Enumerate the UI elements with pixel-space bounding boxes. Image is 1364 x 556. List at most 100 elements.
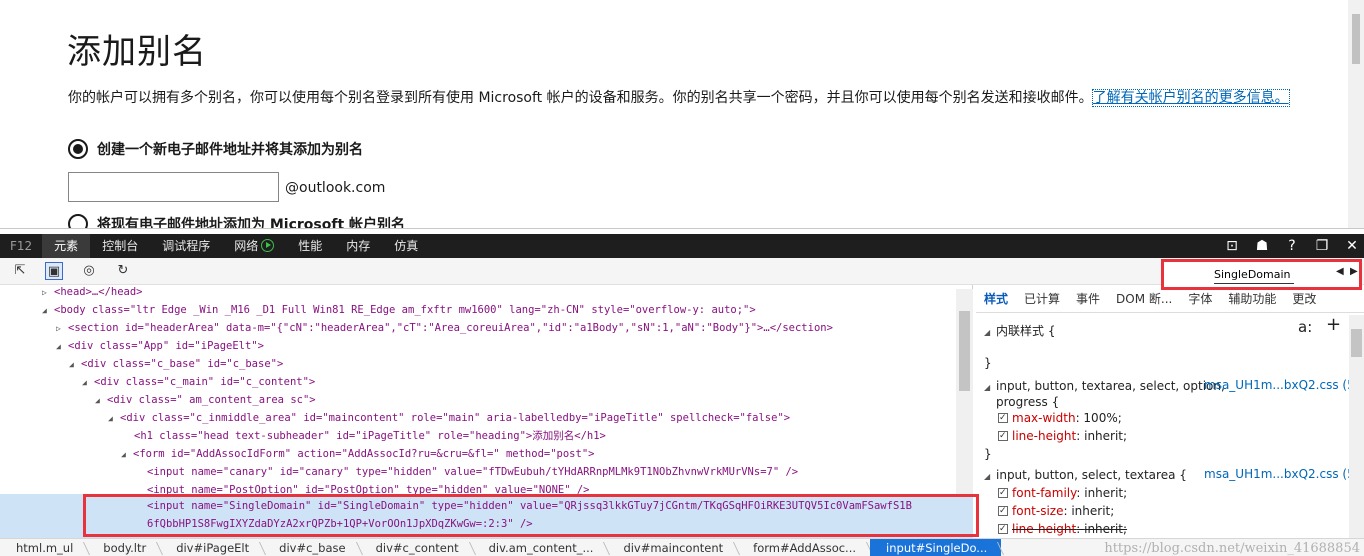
add-rule-button[interactable]: + [1326, 316, 1341, 334]
breadcrumb-item[interactable]: div#c_base [263, 539, 359, 556]
dom-node[interactable]: ◢ <form id="AddAssocIdForm" action="AddAs… [121, 445, 594, 463]
selected-dom-node[interactable]: <input name="SingleDomain" id="SingleDom… [147, 497, 912, 515]
dom-node[interactable]: ◢ <div class="c_inmiddle_area" id="mainco… [108, 409, 790, 427]
tab-memory[interactable]: 内存 [334, 234, 382, 258]
expand-icon[interactable]: ▷ [56, 320, 68, 338]
breadcrumb-item[interactable]: div.am_content_... [473, 539, 608, 556]
tab-emulation[interactable]: 仿真 [382, 234, 430, 258]
dom-node[interactable]: <input name="canary" id="canary" type="h… [147, 463, 798, 481]
collapse-icon[interactable]: ◢ [69, 356, 81, 374]
expand-icon[interactable]: ▷ [42, 285, 54, 302]
css-property[interactable]: max-width: 100%; [998, 410, 1122, 426]
rule-close: } [984, 447, 992, 461]
breadcrumb-item[interactable]: div#iPageElt [160, 539, 263, 556]
dom-node[interactable]: ▷ <head>…</head> [42, 285, 143, 301]
collapse-icon[interactable]: ◢ [984, 380, 996, 396]
styles-panel: 样式 已计算 事件 DOM 断... 字体 辅助功能 更改 ◢ 内联样式 { a:… [976, 285, 1364, 538]
close-icon[interactable]: ✕ [1344, 238, 1360, 254]
option-new-address[interactable]: 创建一个新电子邮件地址并将其添加为别名 [68, 139, 363, 159]
breadcrumb-item[interactable]: div#c_content [360, 539, 473, 556]
undock-icon[interactable]: ❐ [1314, 238, 1330, 254]
option-existing-address[interactable]: 将现有电子邮件地址添加为 Microsoft 帐户别名 [68, 214, 405, 228]
checkbox-icon[interactable] [998, 410, 1008, 426]
console-icon[interactable]: ⊡ [1224, 238, 1240, 254]
collapse-icon[interactable]: ◢ [984, 325, 996, 341]
learn-more-link[interactable]: 了解有关帐户别名的更多信息。 [1091, 89, 1290, 107]
web-page: 添加别名 你的帐户可以拥有多个别名，你可以使用每个别名登录到所有使用 Micro… [0, 0, 1364, 228]
pseudo-state-button[interactable]: a: [1298, 319, 1312, 335]
tab-performance[interactable]: 性能 [286, 234, 334, 258]
dom-node[interactable]: ▷ <section id="headerArea" data-m="{"cN":… [56, 319, 833, 337]
radio-unselected-icon[interactable] [68, 214, 88, 228]
css-property[interactable]: font-family: inherit; [998, 485, 1127, 501]
breadcrumb-item[interactable]: body.ltr [87, 539, 160, 556]
checkbox-icon[interactable] [998, 503, 1008, 519]
tab-changes[interactable]: 更改 [1284, 290, 1324, 307]
search-prev-icon[interactable]: ◀ [1336, 266, 1344, 277]
tab-events[interactable]: 事件 [1068, 290, 1108, 307]
breadcrumb-item-active[interactable]: input#SingleDo... [870, 539, 1002, 556]
dom-node[interactable]: <h1 class="head text-subheader" id="iPag… [134, 427, 606, 445]
dom-node[interactable]: ◢ <div class="c_base" id="c_base"> [69, 355, 283, 373]
dom-breadcrumb: html.m_ul body.ltr div#iPageElt div#c_ba… [0, 538, 1364, 556]
styles-tab-bar: 样式 已计算 事件 DOM 断... 字体 辅助功能 更改 [976, 285, 1364, 313]
radio-selected-icon[interactable] [68, 139, 88, 159]
styles-scroll-thumb[interactable] [1351, 329, 1362, 357]
dom-search-input[interactable] [1214, 265, 1294, 284]
css-property[interactable]: font-size: inherit; [998, 503, 1114, 519]
rule2-source-link[interactable]: msa_UH1m...bxQ2.css (55) [1204, 467, 1364, 481]
elements-toolbar: ⇱ ▣ ◎ ↻ [0, 258, 1364, 285]
tab-fonts[interactable]: 字体 [1180, 290, 1220, 307]
dom-node[interactable]: ◢ <div class=" am_content_area sc"> [95, 391, 316, 409]
collapse-icon[interactable]: ◢ [121, 446, 133, 464]
help-icon[interactable]: ? [1284, 238, 1300, 254]
tab-console[interactable]: 控制台 [90, 234, 150, 258]
page-scroll-thumb[interactable] [1352, 14, 1360, 64]
page-scrollbar[interactable] [1348, 0, 1364, 228]
select-element-icon[interactable]: ⇱ [11, 262, 29, 280]
tab-styles[interactable]: 样式 [976, 290, 1016, 307]
collapse-icon[interactable]: ◢ [82, 374, 94, 392]
checkbox-icon[interactable] [998, 428, 1008, 444]
tab-dom-breakpoints[interactable]: DOM 断... [1108, 290, 1180, 307]
tab-network[interactable]: 网络 [222, 234, 286, 258]
css-property-overridden[interactable]: line-height: inherit; [998, 521, 1127, 537]
search-next-icon[interactable]: ▶ [1350, 266, 1358, 277]
highlight-element-icon[interactable]: ▣ [45, 262, 63, 280]
css-property[interactable]: line-height: inherit; [998, 428, 1127, 444]
color-picker-icon[interactable]: ◎ [80, 262, 98, 280]
page-description: 你的帐户可以拥有多个别名，你可以使用每个别名登录到所有使用 Microsoft … [68, 89, 1298, 108]
collapse-icon[interactable]: ◢ [108, 410, 120, 428]
collapse-icon[interactable]: ◢ [984, 469, 996, 485]
rule1-source-link[interactable]: msa_UH1m...bxQ2.css (55) [1204, 378, 1364, 392]
breadcrumb-item[interactable]: html.m_ul [0, 539, 87, 556]
feedback-icon[interactable]: ☗ [1254, 238, 1270, 254]
collapse-icon[interactable]: ◢ [95, 392, 107, 410]
tab-elements[interactable]: 元素 [42, 234, 91, 258]
tab-f12: F12 [10, 239, 33, 253]
devtools-window-controls: ⊡ ☗ ? ❐ ✕ [1224, 234, 1360, 258]
collapse-icon[interactable]: ◢ [56, 338, 68, 356]
record-icon [261, 239, 275, 252]
page-title: 添加别名 [67, 32, 207, 72]
tab-accessibility[interactable]: 辅助功能 [1220, 290, 1284, 307]
styles-scrollbar[interactable] [1349, 315, 1364, 538]
tab-debugger[interactable]: 调试程序 [150, 234, 222, 258]
tab-computed[interactable]: 已计算 [1016, 290, 1068, 307]
dom-node[interactable]: ◢ <body class="ltr Edge _Win _M16 _D1 Ful… [42, 301, 756, 319]
breadcrumb-item[interactable]: div#maincontent [607, 539, 737, 556]
domain-suffix: @outlook.com [285, 180, 386, 196]
checkbox-icon[interactable] [998, 521, 1008, 537]
alias-input[interactable] [68, 172, 279, 202]
option-new-label: 创建一个新电子邮件地址并将其添加为别名 [97, 142, 363, 158]
checkbox-icon[interactable] [998, 485, 1008, 501]
collapse-icon[interactable]: ◢ [42, 302, 54, 320]
dom-scroll-thumb[interactable] [959, 311, 970, 391]
option-existing-label: 将现有电子邮件地址添加为 Microsoft 帐户别名 [97, 217, 406, 228]
selected-dom-node-cont[interactable]: 6fQbbHP1S8FwgIXYZdaDYzA2xrQPZb+1QP+VorOO… [147, 515, 533, 533]
refresh-dom-icon[interactable]: ↻ [114, 262, 132, 280]
breadcrumb-item[interactable]: form#AddAssoc... [737, 539, 870, 556]
rule2-selector: ◢ input, button, select, textarea { [984, 467, 1187, 485]
dom-node[interactable]: ◢ <div class="c_main" id="c_content"> [82, 373, 315, 391]
dom-node[interactable]: ◢ <div class="App" id="iPageElt"> [56, 337, 264, 355]
